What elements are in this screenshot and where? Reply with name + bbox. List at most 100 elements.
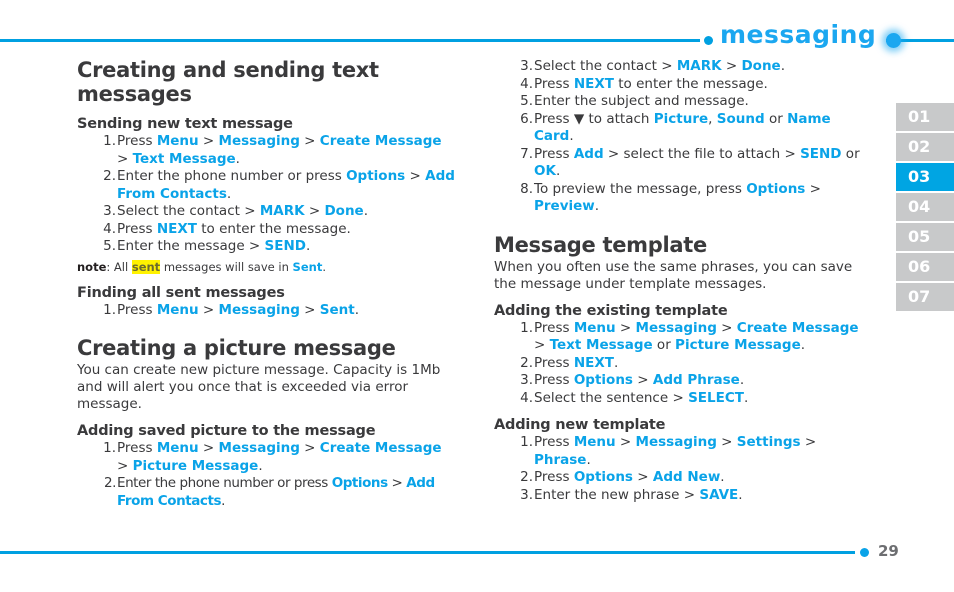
ui-keyword: Text Message	[132, 150, 236, 167]
left-column: Creating and sending text messages Sendi…	[77, 58, 455, 510]
ui-keyword: Done	[741, 58, 781, 74]
ui-keyword: Sound	[716, 110, 765, 127]
step-item: Press Options > Add New.	[520, 469, 872, 487]
step-text: >	[387, 475, 407, 491]
step-text: >	[632, 469, 653, 485]
ui-keyword: OK	[534, 163, 556, 179]
step-text: >	[800, 434, 817, 450]
step-item: Enter the phone number or press Options …	[103, 168, 455, 203]
step-text: Press	[117, 133, 157, 149]
ui-keyword: SEND	[264, 238, 306, 254]
step-item: Press Options > Add Phrase.	[520, 372, 872, 390]
step-text: .	[258, 457, 263, 474]
step-text: >	[405, 168, 426, 184]
ui-keyword: Menu	[156, 133, 199, 149]
header-dot-left-icon	[704, 36, 713, 45]
step-text: .	[739, 372, 745, 388]
step-text: .	[354, 301, 360, 318]
step-item: Press Menu > Messaging > Settings > Phra…	[520, 434, 872, 469]
ui-keyword: Messaging	[635, 434, 717, 450]
subheading-adding-new-template: Adding new template	[494, 417, 666, 433]
page-tab-03[interactable]: 03	[896, 163, 954, 191]
step-item: To preview the message, press Options > …	[520, 181, 872, 216]
note-label: note	[77, 259, 107, 274]
ui-keyword: Messaging	[218, 301, 300, 318]
note-keyword: Sent	[292, 259, 323, 274]
template-intro-text: When you often use the same phrases, you…	[494, 258, 853, 292]
ui-keyword: MARK	[259, 203, 305, 219]
step-text: >	[721, 58, 742, 74]
step-text: .	[235, 150, 240, 167]
ui-keyword: Menu	[573, 434, 616, 450]
step-text: >	[615, 319, 636, 336]
step-text: .	[221, 492, 225, 509]
ui-keyword: Settings	[736, 434, 801, 450]
picture-intro-text: You can create new picture message. Capa…	[77, 362, 441, 412]
ui-keyword: Done	[324, 203, 364, 219]
ui-keyword: Add Phrase	[652, 372, 740, 388]
step-item: Press Add > select the file to attach > …	[520, 146, 872, 181]
step-item: Press Menu > Messaging > Sent.	[103, 302, 455, 320]
step-text: .	[226, 185, 232, 202]
step-text: Press	[117, 301, 157, 318]
step-text: >	[304, 203, 325, 219]
step-text: or	[841, 145, 860, 162]
ui-keyword: Create Message	[736, 319, 859, 336]
step-text: Press	[534, 110, 574, 127]
ui-keyword: NEXT	[573, 75, 614, 92]
step-text: Press	[534, 319, 574, 336]
note-end: .	[322, 259, 326, 274]
subheading-sending-new: Sending new text message	[77, 116, 293, 132]
ui-keyword: Picture Message	[675, 337, 801, 353]
step-item: Select the contact > MARK > Done.	[103, 203, 455, 221]
step-text: to attach	[584, 110, 654, 127]
ui-keyword: Phrase	[534, 451, 587, 468]
steps-sending-new: Press Menu > Messaging > Create Message …	[77, 133, 455, 256]
step-text: >	[117, 457, 133, 474]
step-text: .	[720, 469, 725, 485]
step-text: >	[299, 133, 320, 149]
page-header: messaging	[0, 0, 954, 48]
ui-keyword: Menu	[156, 301, 199, 318]
steps-adding-saved-picture: Press Menu > Messaging > Create Message …	[77, 440, 455, 510]
page-tab-06[interactable]: 06	[896, 253, 954, 281]
step-text: to enter the message.	[613, 75, 768, 92]
ui-keyword: SAVE	[699, 486, 739, 503]
steps-picture-message-continued: Select the contact > MARK > Done. Press N…	[494, 58, 872, 216]
page-tab-02[interactable]: 02	[896, 133, 954, 161]
step-text: To preview the message, press	[534, 180, 747, 197]
step-item: Press ▼ to attach Picture, Sound or Name…	[520, 111, 872, 146]
ui-keyword: Text Message	[549, 337, 653, 353]
step-text: ▼	[573, 110, 585, 127]
step-text: or	[764, 110, 788, 127]
page-tab-05[interactable]: 05	[896, 223, 954, 251]
subheading-finding-sent: Finding all sent messages	[77, 284, 285, 301]
ui-keyword: Options	[573, 469, 633, 485]
step-text: Press	[534, 372, 574, 388]
subheading-adding-saved-picture: Adding saved picture to the message	[77, 423, 376, 439]
note-mid: messages will save in	[160, 259, 293, 274]
step-text: .	[800, 337, 806, 353]
ui-keyword: Messaging	[635, 319, 717, 336]
ui-keyword: Preview	[534, 198, 595, 214]
ui-keyword: Menu	[573, 319, 616, 336]
step-text: Press	[534, 145, 574, 162]
step-item: Press Menu > Messaging > Create Message …	[103, 133, 455, 168]
ui-keyword: Add New	[652, 469, 721, 485]
page-tab-07[interactable]: 07	[896, 283, 954, 311]
step-text: Enter the phone number or press	[117, 475, 332, 491]
step-item: Select the contact > MARK > Done.	[520, 58, 872, 76]
page-tab-04[interactable]: 04	[896, 193, 954, 221]
ui-keyword: Create Message	[319, 133, 442, 149]
page-title: messaging	[720, 20, 877, 49]
page-tab-01[interactable]: 01	[896, 103, 954, 131]
step-text: .	[569, 128, 574, 144]
step-text: Select the contact >	[117, 203, 260, 219]
step-item: Enter the new phrase > SAVE.	[520, 487, 872, 505]
step-text: .	[780, 58, 786, 74]
step-item: Enter the subject and message.	[520, 93, 872, 111]
step-text: >	[198, 301, 219, 318]
step-text: Select the contact >	[534, 58, 677, 74]
step-text: >	[117, 150, 133, 167]
